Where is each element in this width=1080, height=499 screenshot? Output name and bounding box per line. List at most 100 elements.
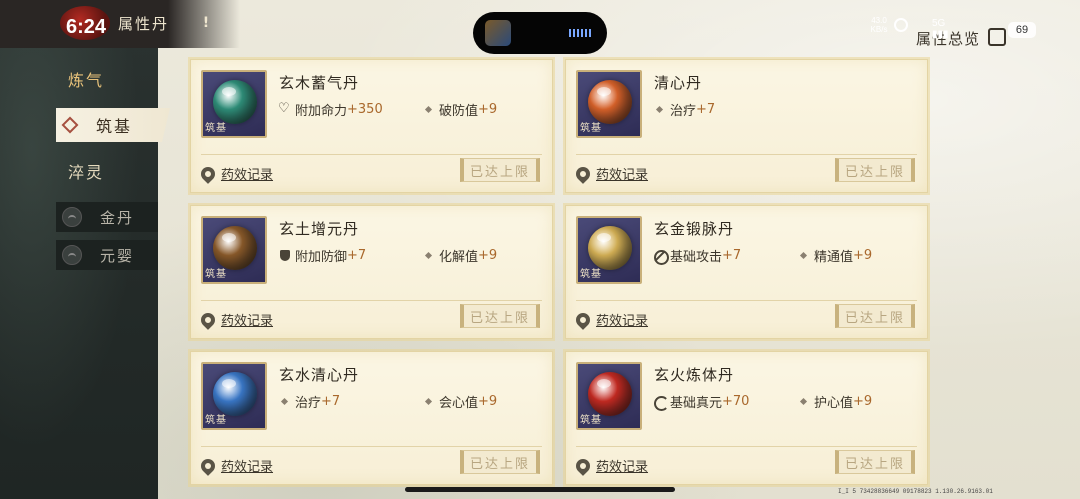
effect-record-link[interactable]: 药效记录 [573, 309, 649, 330]
pill-name: 玄土增元丹 [279, 220, 360, 238]
lock-icon [62, 207, 82, 227]
pill-card[interactable]: 筑基 玄火炼体丹 药效记录 已达上限 基础真元 +70 护心值 +9 [565, 351, 928, 485]
effect-record-link[interactable]: 药效记录 [573, 455, 648, 476]
selected-diamond-icon [61, 116, 79, 134]
shield-icon [279, 249, 291, 262]
sidebar-item-jindan[interactable]: 金丹 [56, 202, 158, 232]
stat-bonus: 会心值 +9 [423, 392, 497, 411]
realm-tag: 筑基 [580, 415, 602, 426]
help-icon[interactable]: ! [196, 14, 216, 32]
flame-icon [573, 309, 593, 330]
alarm-icon [894, 18, 908, 32]
stat-label: 附加防御 [295, 250, 348, 265]
signal-icon: 5G ▮▮▮ [932, 18, 949, 40]
max-reached-badge: 已达上限 [835, 304, 915, 328]
dynamic-island [473, 12, 607, 54]
diamond-icon [798, 396, 810, 408]
stat-value: +9 [853, 394, 873, 409]
realm-tag: 筑基 [580, 269, 602, 280]
sidebar-item-yuanying[interactable]: 元婴 [56, 240, 158, 270]
max-reached-badge: 已达上限 [460, 158, 540, 182]
stat-bonus: 破防值 +9 [423, 100, 497, 119]
network-speed: 43.0 KB/s [870, 16, 888, 34]
effect-record-link[interactable]: 药效记录 [198, 309, 273, 330]
effect-record-link[interactable]: 药效记录 [573, 163, 649, 184]
stat-bonus: 附加防御 +7 [279, 246, 366, 265]
diamond-icon [798, 250, 810, 262]
stat-value: +9 [478, 394, 498, 409]
effect-record-label: 药效记录 [221, 460, 274, 475]
stat-value: +9 [478, 248, 498, 263]
effect-record-label: 药效记录 [596, 168, 649, 183]
pill-name: 玄火炼体丹 [654, 366, 735, 384]
sidebar-item-lianqi[interactable]: 炼气 [0, 56, 172, 102]
pill-image[interactable]: 筑基 [576, 216, 642, 284]
pill-orb-icon [588, 226, 632, 270]
stat-label: 附加命力 [295, 104, 348, 119]
diamond-icon [423, 250, 435, 262]
stat-label: 基础攻击 [670, 250, 723, 265]
realm-tag: 筑基 [205, 269, 227, 280]
status-time: 6:24 [66, 16, 107, 38]
pill-image[interactable]: 筑基 [201, 362, 267, 430]
pill-card[interactable]: 筑基 玄金锻脉丹 药效记录 已达上限 基础攻击 +7 精通值 +9 [565, 205, 928, 339]
home-indicator[interactable] [405, 487, 675, 492]
pill-image[interactable]: 筑基 [576, 70, 642, 138]
stat-value: +70 [722, 394, 750, 409]
realm-tag: 筑基 [205, 123, 227, 134]
sidebar-item-label: 炼气 [67, 71, 104, 90]
pill-orb-icon [213, 372, 257, 416]
pill-orb-icon [213, 226, 257, 270]
sidebar-item-zhuji[interactable]: 筑基 [56, 108, 170, 142]
effect-record-label: 药效记录 [596, 314, 649, 329]
sidebar-item-cuiling[interactable]: 淬灵 [0, 148, 172, 194]
stat-value: +7 [321, 394, 341, 409]
diamond-icon [279, 396, 291, 408]
effect-record-label: 药效记录 [221, 168, 274, 183]
max-reached-badge: 已达上限 [460, 450, 540, 474]
divider [576, 154, 917, 155]
pill-card[interactable]: 筑基 玄水清心丹 药效记录 已达上限 治疗 +7 会心值 +9 [190, 351, 553, 485]
stat-bonus: 治疗 +7 [654, 100, 715, 119]
flame-icon [198, 309, 218, 330]
pill-card[interactable]: 筑基 玄木蓄气丹 药效记录 已达上限 附加命力 +350 破防值 +9 [190, 59, 553, 193]
overview-list-icon[interactable] [988, 28, 1006, 46]
flame-icon [573, 163, 593, 184]
pill-orb-icon [588, 80, 632, 124]
stat-bonus: 治疗 +7 [279, 392, 340, 411]
realm-tag: 筑基 [205, 415, 227, 426]
stat-value: +7 [696, 102, 716, 117]
divider [201, 300, 542, 301]
pill-card[interactable]: 筑基 清心丹 药效记录 已达上限 治疗 +7 [565, 59, 928, 193]
pill-image[interactable]: 筑基 [201, 70, 267, 138]
pill-orb-icon [588, 372, 632, 416]
pill-card[interactable]: 筑基 玄土增元丹 药效记录 已达上限 附加防御 +7 化解值 +9 [190, 205, 553, 339]
max-reached-badge: 已达上限 [835, 450, 915, 474]
divider [576, 446, 917, 447]
pill-image[interactable]: 筑基 [576, 362, 642, 430]
stat-label: 会心值 [439, 396, 479, 411]
stat-bonus: 化解值 +9 [423, 246, 497, 265]
max-reached-badge: 已达上限 [460, 304, 540, 328]
flame-icon [198, 163, 218, 184]
stat-value: +7 [347, 248, 367, 263]
effect-record-link[interactable]: 药效记录 [198, 163, 274, 184]
build-info: I_I 5 73428836649 09178823 1.130.26.9163… [838, 488, 993, 495]
sidebar-item-label: 淬灵 [67, 163, 104, 182]
effect-record-link[interactable]: 药效记录 [198, 455, 274, 476]
stat-label: 破防值 [439, 104, 479, 119]
lock-icon [62, 245, 82, 265]
realm-tag: 筑基 [580, 123, 602, 134]
audio-wave-icon [569, 29, 591, 37]
stat-label: 治疗 [295, 396, 322, 411]
stat-bonus: 基础攻击 +7 [654, 246, 741, 265]
heart-icon [278, 101, 291, 116]
pill-name: 玄木蓄气丹 [279, 74, 360, 92]
max-reached-badge: 已达上限 [835, 158, 915, 182]
realm-sidebar: 炼气 筑基 淬灵 金丹 元婴 [0, 56, 172, 278]
stat-bonus: 护心值 +9 [798, 392, 872, 411]
stat-value: +9 [853, 248, 873, 263]
pill-image[interactable]: 筑基 [201, 216, 267, 284]
stat-value: +350 [347, 102, 383, 117]
swirl-icon [654, 395, 669, 411]
